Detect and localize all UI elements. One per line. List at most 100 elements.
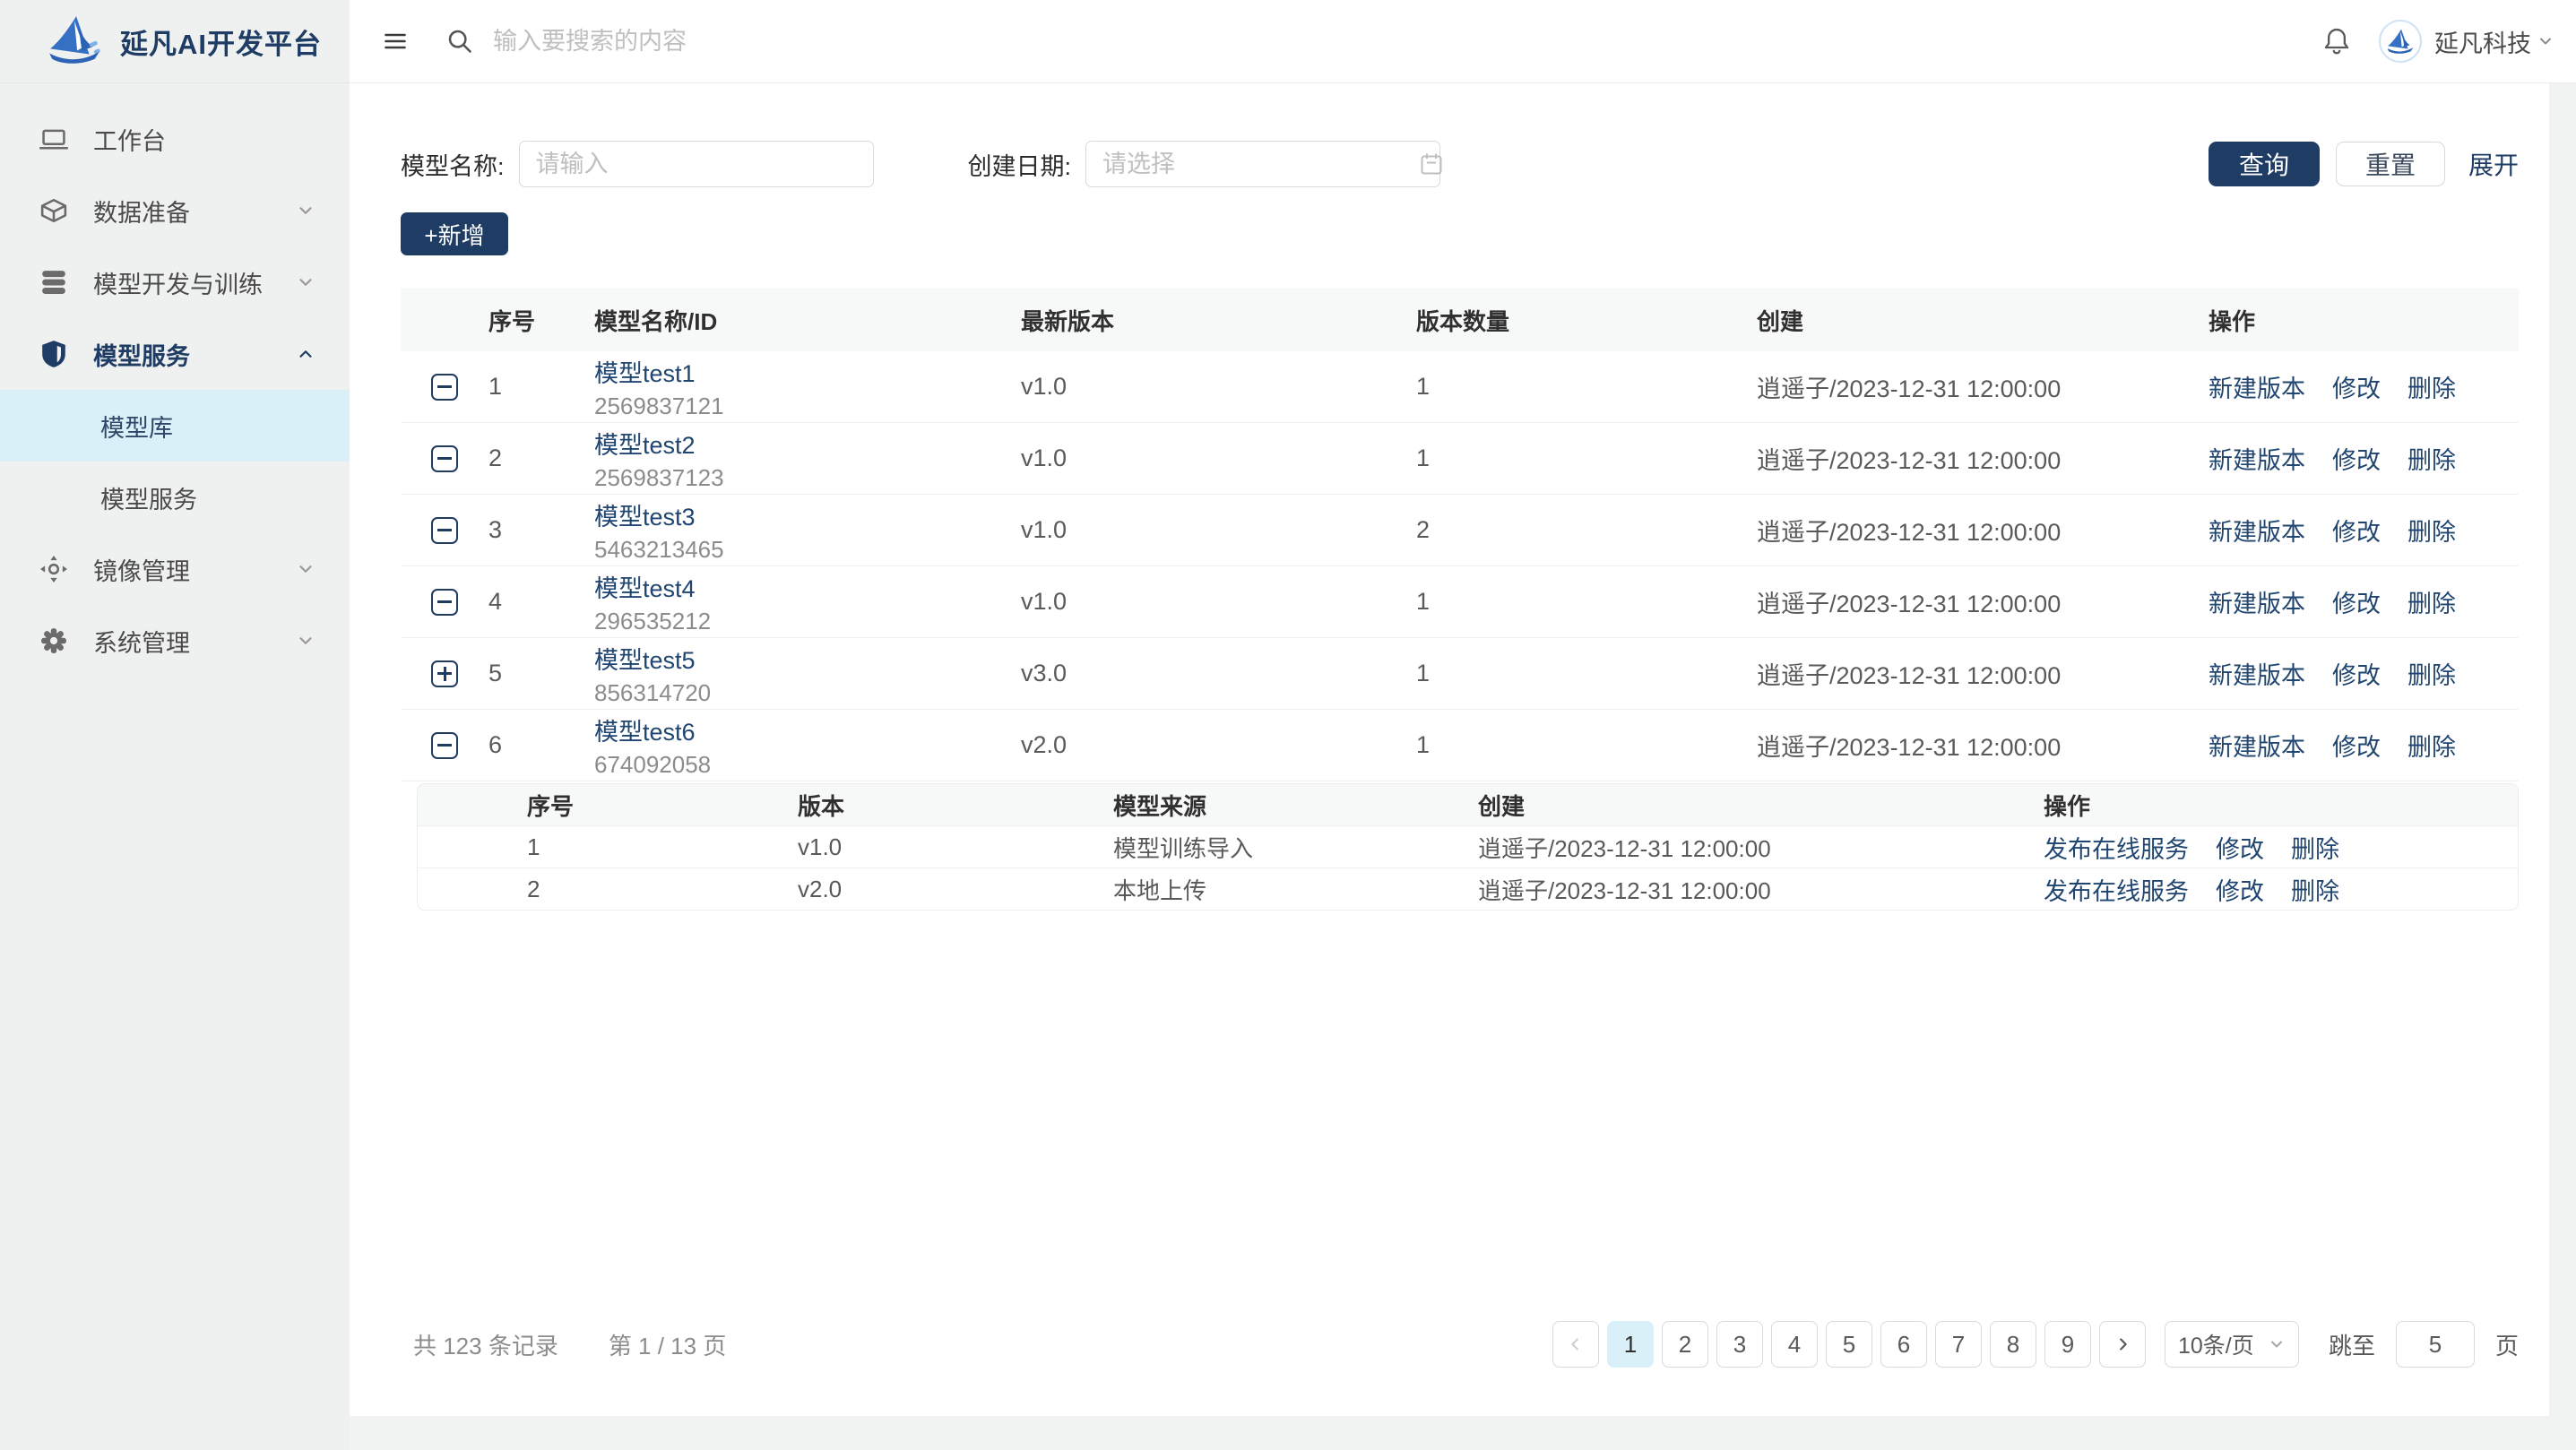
sidebar-subitem-model-library[interactable]: 模型库 [0,390,350,462]
sub-table-row: 2 v2.0 本地上传 逍遥子/2023-12-31 12:00:00 发布在线… [418,867,2518,910]
hamburger-menu-icon[interactable] [375,23,416,59]
next-page-button[interactable] [2099,1321,2146,1368]
page-button-2[interactable]: 2 [1662,1321,1708,1368]
model-id: 674092058 [594,751,1012,779]
chevron-down-icon [296,201,316,220]
model-id: 2569837123 [594,464,1012,492]
bell-icon[interactable] [2323,27,2350,56]
page-button-8[interactable]: 8 [1990,1321,2036,1368]
new-version-link[interactable]: 新建版本 [2209,728,2305,763]
sidebar-item-workbench[interactable]: 工作台 [0,103,350,175]
edit-link[interactable]: 修改 [2332,441,2381,476]
page-button-6[interactable]: 6 [1880,1321,1927,1368]
sidebar-item-mirror-manage[interactable]: 镜像管理 [0,533,350,605]
delete-link[interactable]: 删除 [2407,656,2456,691]
row-created: 逍遥子/2023-12-31 12:00:00 [1757,656,2209,691]
edit-link[interactable]: 修改 [2332,728,2381,763]
reset-button[interactable]: 重置 [2336,142,2445,186]
sidebar-subitem-model-service[interactable]: 模型服务 [0,462,350,533]
publish-online-service-link[interactable]: 发布在线服务 [2044,872,2189,907]
model-name-link[interactable]: 模型test2 [594,426,1012,461]
chevron-up-icon [296,344,316,364]
sub-row-created: 逍遥子/2023-12-31 12:00:00 [1478,831,2044,864]
page-button-5[interactable]: 5 [1826,1321,1872,1368]
avatar[interactable] [2379,20,2422,63]
prev-page-button[interactable] [1552,1321,1599,1368]
collapse-row-icon[interactable] [431,374,458,401]
row-seq: 2 [476,444,594,472]
model-id: 5463213465 [594,536,1012,564]
delete-link[interactable]: 删除 [2407,584,2456,619]
model-name-link[interactable]: 模型test1 [594,354,1012,389]
page-button-9[interactable]: 9 [2044,1321,2091,1368]
collapse-row-icon[interactable] [431,445,458,472]
column-header-seq: 序号 [476,304,594,337]
new-version-link[interactable]: 新建版本 [2209,656,2305,691]
edit-link[interactable]: 修改 [2332,584,2381,619]
sidebar-item-label: 系统管理 [93,624,190,659]
calendar-icon[interactable] [1420,152,1443,176]
collapse-row-icon[interactable] [431,517,458,544]
horizontal-scrollbar-gutter[interactable] [350,1416,2576,1450]
delete-link[interactable]: 删除 [2407,728,2456,763]
query-button[interactable]: 查询 [2209,142,2320,186]
model-table: 序号 模型名称/ID 最新版本 版本数量 创建 操作 1 模型test1 256… [401,289,2519,911]
model-name-field-wrap [519,141,874,187]
new-version-link[interactable]: 新建版本 [2209,584,2305,619]
new-version-link[interactable]: 新建版本 [2209,369,2305,404]
delete-link[interactable]: 删除 [2407,369,2456,404]
edit-link[interactable]: 修改 [2332,513,2381,548]
sidebar-item-label: 模型服务 [93,337,190,372]
sub-row-source: 模型训练导入 [1113,831,1478,864]
sidebar-item-system-manage[interactable]: 系统管理 [0,605,350,677]
page-indicator-text: 第 1 / 13 页 [609,1328,727,1361]
delete-link[interactable]: 删除 [2291,830,2339,865]
create-date-input[interactable] [1102,151,1420,178]
expand-filters-link[interactable]: 展开 [2468,146,2519,182]
edit-link[interactable]: 修改 [2332,369,2381,404]
page-button-1[interactable]: 1 [1607,1321,1654,1368]
new-version-link[interactable]: 新建版本 [2209,441,2305,476]
sidebar-item-model-dev-train[interactable]: 模型开发与训练 [0,246,350,318]
table-row: 2 模型test2 2569837123 v1.0 1 逍遥子/2023-12-… [401,423,2519,495]
page-button-3[interactable]: 3 [1716,1321,1763,1368]
delete-link[interactable]: 删除 [2291,872,2339,907]
page-size-select[interactable]: 10条/页 [2165,1321,2299,1368]
model-name-link[interactable]: 模型test6 [594,712,1012,747]
row-version-count: 1 [1416,588,1757,616]
new-version-link[interactable]: 新建版本 [2209,513,2305,548]
row-latest-version: v1.0 [1021,588,1416,616]
collapse-row-icon[interactable] [431,589,458,616]
sub-row-created: 逍遥子/2023-12-31 12:00:00 [1478,873,2044,906]
chevron-down-icon [296,631,316,651]
data-cube-icon [38,198,70,223]
delete-link[interactable]: 删除 [2407,441,2456,476]
edit-link[interactable]: 修改 [2216,830,2264,865]
page-button-4[interactable]: 4 [1771,1321,1818,1368]
sidebar-item-model-service[interactable]: 模型服务 [0,318,350,390]
row-created: 逍遥子/2023-12-31 12:00:00 [1757,584,2209,619]
version-sub-table: 序号 版本 模型来源 创建 操作 1 v1.0 模型训练导入 逍遥子/2023-… [417,783,2519,911]
model-name-link[interactable]: 模型test4 [594,569,1012,604]
row-created: 逍遥子/2023-12-31 12:00:00 [1757,513,2209,548]
model-name-link[interactable]: 模型test3 [594,497,1012,532]
jump-page-input[interactable] [2396,1321,2475,1368]
delete-link[interactable]: 删除 [2407,513,2456,548]
sidebar-item-data-prep[interactable]: 数据准备 [0,175,350,246]
user-menu[interactable]: 延凡科技 [2434,24,2554,59]
page-button-7[interactable]: 7 [1935,1321,1982,1368]
vertical-scrollbar-gutter[interactable] [2549,83,2576,1450]
gear-icon [38,627,70,654]
edit-link[interactable]: 修改 [2216,872,2264,907]
model-name-link[interactable]: 模型test5 [594,641,1012,676]
add-new-button[interactable]: +新增 [401,212,508,255]
collapse-row-icon[interactable] [431,732,458,759]
row-version-count: 1 [1416,444,1757,472]
expand-row-icon[interactable] [431,660,458,687]
edit-link[interactable]: 修改 [2332,656,2381,691]
publish-online-service-link[interactable]: 发布在线服务 [2044,830,2189,865]
model-name-input[interactable] [536,151,857,178]
search-input[interactable] [493,28,1031,56]
sub-column-header-version: 版本 [798,789,1113,822]
sub-column-header-actions: 操作 [2044,789,2518,822]
